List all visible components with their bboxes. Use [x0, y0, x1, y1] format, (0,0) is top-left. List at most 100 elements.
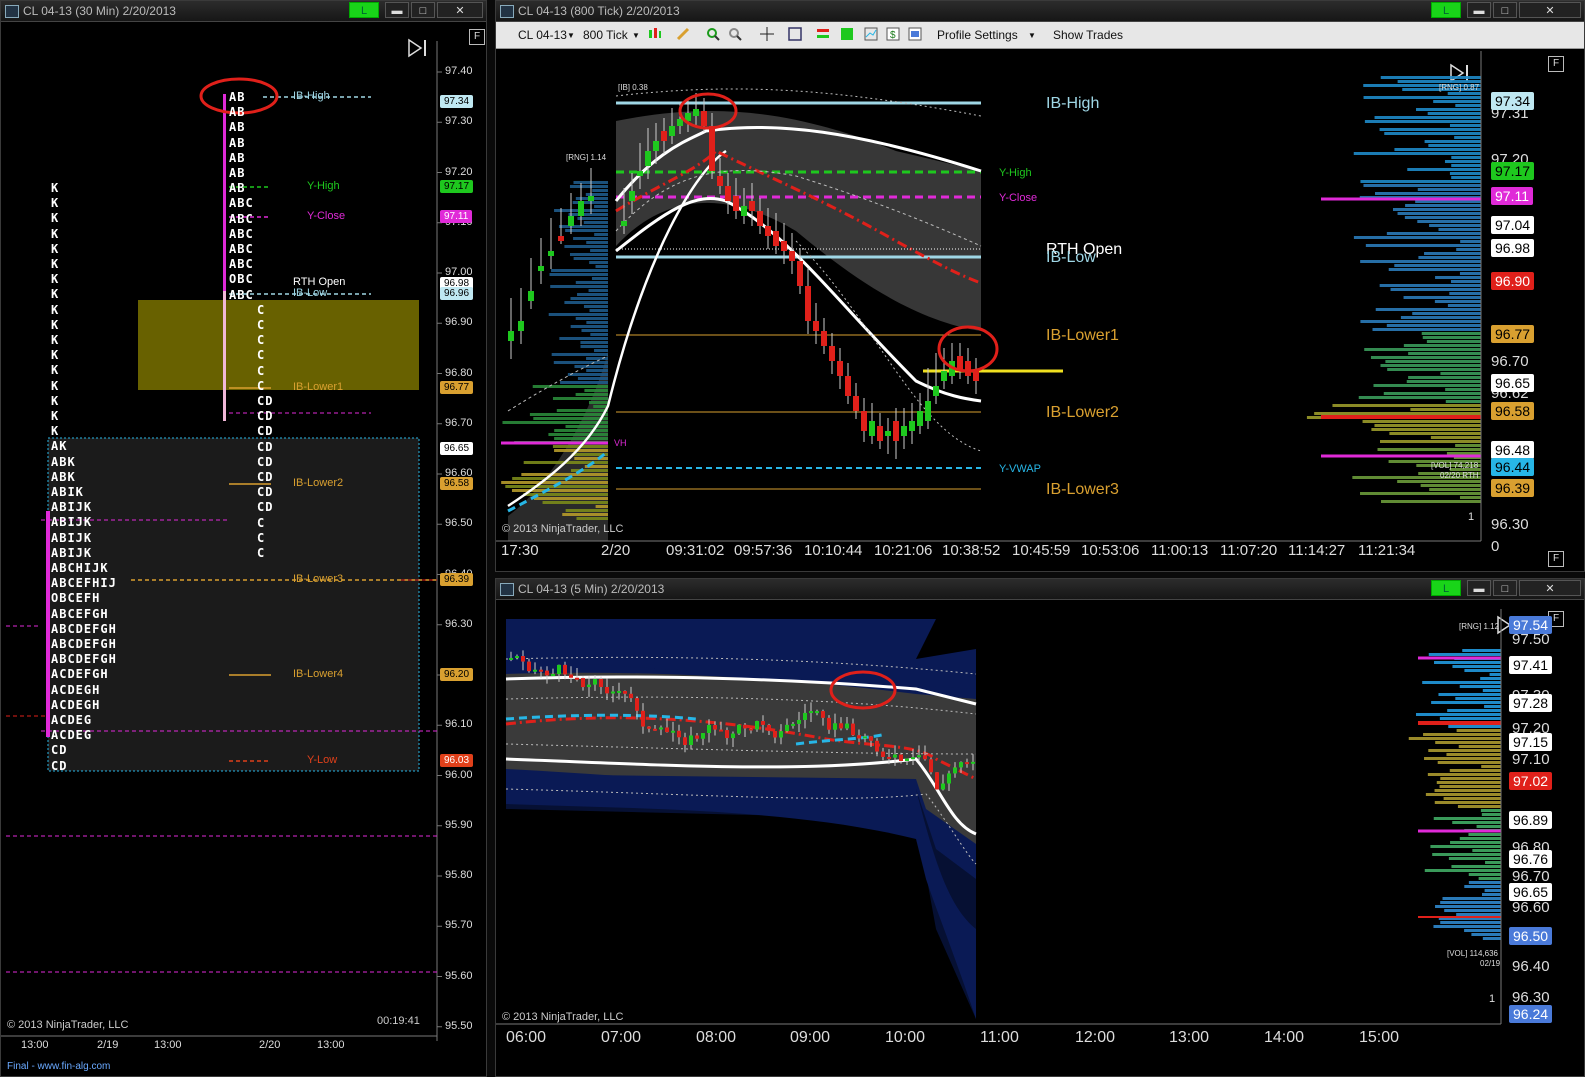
- time-tick-label: 07:00: [601, 1029, 642, 1046]
- tpo-row-current: C: [257, 530, 266, 545]
- time-tick-label: 2/20: [601, 542, 631, 559]
- price-tag: 96.96: [440, 287, 474, 300]
- tpo-row-prev: K: [51, 181, 60, 195]
- price-tag: 96.65: [440, 442, 474, 455]
- time-tick-label: 13:00: [21, 1039, 49, 1051]
- marker-one: 1: [1489, 993, 1496, 1005]
- tpo-row-current: ABC: [229, 226, 254, 241]
- tpo-row-prev: K: [51, 287, 60, 302]
- price-tag: 97.28: [1509, 694, 1553, 712]
- tpo-row-prev: ABIJK: [51, 500, 93, 515]
- vh-label: VH: [614, 438, 627, 448]
- tpo-row-current: C: [257, 318, 266, 332]
- tpo-row-current: C: [257, 302, 266, 317]
- tpo-row-prev: ABIJK: [51, 515, 93, 530]
- tpo-row-prev: K: [51, 226, 60, 241]
- tpo-row-current: AB: [229, 135, 246, 150]
- price-tick-label: 96.40: [1512, 958, 1550, 975]
- tpo-row-prev: K: [51, 257, 60, 271]
- time-tick-label: 2/19: [97, 1039, 119, 1051]
- time-tick-label: 11:21:34: [1358, 542, 1416, 559]
- tpo-row-prev: K: [51, 363, 60, 378]
- tpo-row-prev: CD: [51, 758, 68, 773]
- tpo-row-prev: K: [51, 348, 60, 363]
- price-tag: 96.48: [1491, 441, 1535, 459]
- price-tag: 96.20: [440, 668, 474, 681]
- price-tag: 96.24: [1509, 1005, 1553, 1023]
- price-tag: 97.34: [1491, 92, 1535, 110]
- price-tick-label: 96.60: [1512, 899, 1550, 916]
- price-tick-label: 0: [1491, 538, 1500, 555]
- tpo-row-current: C: [257, 515, 266, 530]
- window-30min: CL 04-13 (30 Min) 2/20/2013 L ▬ □ ✕ F 97…: [0, 0, 487, 1077]
- tpo-row-prev: K: [51, 272, 60, 287]
- time-tick-label: 08:00: [696, 1029, 737, 1046]
- price-tag: 97.02: [1509, 772, 1553, 790]
- price-tag: 96.90: [1491, 272, 1535, 290]
- copyright-label: © 2013 NinjaTrader, LLC: [7, 1019, 129, 1031]
- time-tick-label: 13:00: [317, 1039, 345, 1051]
- window-5min: CL 04-13 (5 Min) 2/20/2013 L ▬ □ ✕ F [RN…: [495, 578, 1585, 1077]
- time-tick-label: 14:00: [1264, 1029, 1305, 1046]
- tpo-row-prev: ABCDEFGH: [51, 621, 117, 636]
- tpo-row-prev: K: [51, 333, 60, 347]
- tpo-row-current: CD: [257, 394, 274, 408]
- level-label: IB-Lower3: [1046, 481, 1119, 498]
- window-800tick: CL 04-13 (800 Tick) 2/20/2013 L ▬ □ ✕ CL…: [495, 0, 1585, 572]
- time-tick-label: 13:00: [154, 1039, 182, 1051]
- time-tick-label: 09:57:36: [734, 542, 793, 559]
- tpo-row-current: C: [257, 546, 266, 560]
- price-tag: 96.03: [440, 754, 474, 767]
- price-tag: 96.39: [440, 573, 474, 586]
- tpo-row-prev: ABIJK: [51, 545, 93, 560]
- price-tag: 97.17: [440, 180, 474, 193]
- range-label: [RNG] 1.14: [566, 153, 607, 162]
- price-tag: 97.41: [1509, 656, 1553, 674]
- price-tag: 96.44: [1491, 458, 1535, 476]
- tpo-row-prev: ABCHIJK: [51, 561, 109, 575]
- tpo-row-prev: K: [51, 409, 60, 423]
- tpo-row-prev: ABK: [51, 469, 76, 484]
- time-tick-label: 11:14:27: [1288, 542, 1346, 559]
- level-label: IB-Low: [293, 287, 328, 299]
- time-tick-label: 10:45:59: [1012, 542, 1071, 559]
- time-tick-label: 11:07:20: [1220, 542, 1278, 559]
- tpo-row-prev: K: [51, 393, 60, 408]
- price-tick-label: 96.00: [445, 768, 473, 781]
- time-tick-label: 10:10:44: [804, 542, 863, 559]
- price-tag: 96.50: [1509, 927, 1553, 945]
- level-label: Y-VWAP: [999, 463, 1041, 475]
- tick-overlay: VH IB-High Y-High Y-Close RTH Open IB-Low IB-L…: [496, 1, 1584, 571]
- tpo-row-current: ABC: [229, 211, 254, 226]
- footer-url[interactable]: Final - www.fin-alg.com: [7, 1061, 110, 1072]
- price-tick-label: 96.30: [445, 617, 473, 630]
- tpo-row-prev: ACDEGH: [51, 682, 101, 697]
- price-tick-label: 96.50: [445, 517, 473, 530]
- tpo-row-prev: ABCDEFGH: [51, 652, 117, 667]
- tpo-row-current: CD: [257, 424, 274, 439]
- price-tick-label: 96.80: [445, 366, 473, 379]
- five-overlay: [RNG] 1.12[VOL] 114,63602/19197.5097.309…: [496, 579, 1584, 1076]
- price-tag: 97.54: [1509, 616, 1553, 634]
- price-tick-label: 97.40: [445, 65, 473, 77]
- time-tick-label: 10:00: [885, 1029, 926, 1046]
- tpo-row-current: CD: [257, 485, 274, 500]
- level-label: IB-Lower3: [293, 573, 344, 585]
- price-tag: 96.65: [1491, 374, 1535, 392]
- price-tick-label: 95.70: [445, 919, 473, 932]
- level-label: IB-Lower4: [293, 668, 344, 680]
- price-tick-label: 96.90: [445, 316, 473, 329]
- level-label: Y-Close: [307, 210, 346, 222]
- tpo-row-current: ABC: [229, 196, 254, 211]
- tpo-row-current: AB: [229, 181, 246, 196]
- tpo-row-current: ABC: [229, 287, 254, 302]
- tpo-row-prev: CD: [51, 743, 68, 758]
- price-tick-label: 96.30: [1512, 989, 1550, 1006]
- tpo-row-prev: AK: [51, 439, 68, 454]
- tpo-row-prev: K: [51, 424, 60, 439]
- volume-label: [VOL] 114,636: [1447, 949, 1498, 958]
- ib-size-label: [IB] 0.38: [618, 83, 648, 92]
- tpo-row-prev: ACDEGH: [51, 697, 101, 712]
- tpo-row-current: AB: [229, 90, 246, 104]
- price-tag: 96.76: [1509, 850, 1553, 868]
